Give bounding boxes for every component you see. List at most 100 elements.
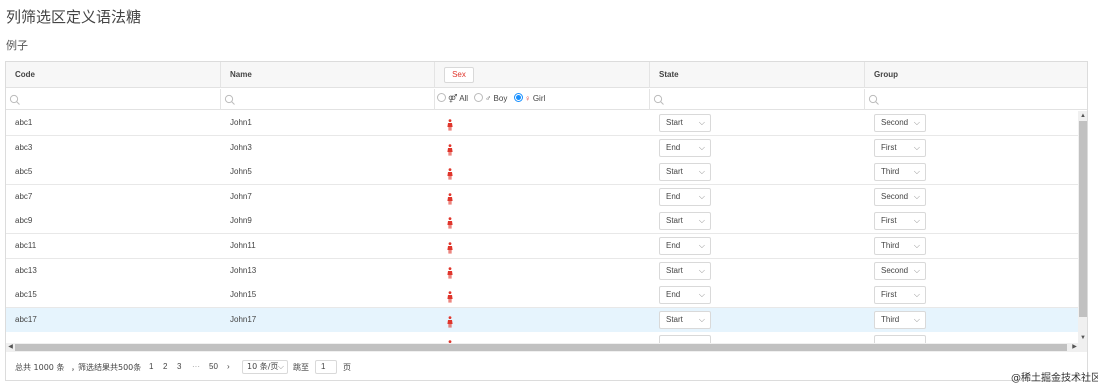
state-select[interactable]: Start ⌵: [659, 310, 711, 329]
chevron-down-icon: ⌵: [698, 216, 705, 226]
group-select[interactable]: Third ⌵: [874, 237, 926, 255]
group-select[interactable]: First ⌵: [874, 138, 926, 157]
sex-cell: [435, 209, 650, 233]
scrollbar-thumb[interactable]: [1079, 121, 1087, 317]
table-row[interactable]: abc7 John7 End ⌵ Second ⌵: [6, 184, 1078, 210]
table-row[interactable]: abc11 John11 End ⌵ Third ⌵: [6, 234, 1078, 259]
scroll-down-arrow[interactable]: ▼: [1078, 334, 1087, 342]
sex-option-all-label: All: [459, 94, 469, 103]
group-select[interactable]: Second ⌵: [874, 187, 926, 206]
filtered-count: 筛选结果共500条: [78, 363, 142, 372]
state-filter[interactable]: [650, 89, 865, 110]
page-size-select[interactable]: 10 条/页 ⌵: [242, 360, 288, 374]
column-header-code[interactable]: Code: [6, 62, 221, 88]
group-select-value: First: [881, 142, 897, 152]
group-select-value: First: [881, 216, 897, 226]
state-select[interactable]: End ⌵: [659, 237, 711, 255]
sex-filter-button[interactable]: Sex: [444, 67, 474, 83]
total-count: 总共 1000 条: [15, 363, 65, 372]
code-cell: abc17: [15, 314, 37, 324]
state-select[interactable]: Start ⌵: [659, 114, 711, 132]
sex-option-all[interactable]: ⚤ All: [437, 93, 468, 103]
chevron-down-icon: ⌵: [913, 167, 920, 177]
page-3[interactable]: 3: [177, 362, 181, 371]
sex-cell: [435, 136, 650, 160]
pagination: 总共 1000 条 ， 筛选结果共500条 ‹ 1 2 3 ··· 50 › 1…: [6, 352, 1087, 380]
female-icon: [447, 191, 453, 205]
male-icon: ♂: [485, 94, 492, 103]
state-select[interactable]: End ⌵: [659, 286, 711, 305]
page-ellipsis[interactable]: ···: [192, 362, 200, 371]
sex-cell: [435, 111, 650, 135]
horizontal-scrollbar[interactable]: ◀ ▶: [6, 343, 1087, 352]
radio-boy[interactable]: [474, 93, 484, 102]
sex-option-boy[interactable]: ♂ Boy: [474, 93, 507, 103]
group-cell: Third ⌵: [865, 234, 1078, 258]
jump-page-input[interactable]: 1: [315, 360, 337, 374]
sex-option-girl[interactable]: ♀ Girl: [513, 93, 545, 103]
chevron-down-icon: ⌵: [698, 314, 705, 324]
sex-cell: [435, 283, 650, 307]
group-select[interactable]: First ⌵: [874, 212, 926, 231]
column-header-group[interactable]: Group: [865, 62, 1087, 88]
scrollbar-thumb[interactable]: [15, 344, 1067, 351]
group-select[interactable]: First ⌵: [874, 286, 926, 305]
chevron-down-icon: ⌵: [277, 362, 284, 371]
group-select[interactable]: Third ⌵: [874, 310, 926, 329]
state-select-value: End: [666, 142, 681, 152]
page-1[interactable]: 1: [149, 362, 153, 371]
state-cell: End ⌵: [650, 283, 865, 307]
group-cell: First ⌵: [865, 209, 1078, 233]
radio-girl[interactable]: [513, 93, 523, 102]
group-select[interactable]: Second ⌵: [874, 114, 926, 132]
page-2[interactable]: 2: [163, 362, 167, 371]
state-select[interactable]: End ⌵: [659, 187, 711, 206]
prev-page-button[interactable]: ‹: [135, 362, 138, 371]
table-row[interactable]: abc13 John13 Start ⌵ Second ⌵: [6, 258, 1078, 284]
search-icon: [224, 94, 235, 105]
radio-all[interactable]: [437, 93, 446, 102]
state-select[interactable]: End ⌵: [659, 138, 711, 157]
next-page-button[interactable]: ›: [227, 362, 230, 371]
sex-cell: [435, 308, 650, 332]
table-row[interactable]: abc15 John15 End ⌵ First ⌵: [6, 283, 1078, 309]
code-cell: abc9: [15, 216, 33, 226]
scroll-up-arrow[interactable]: ▲: [1078, 112, 1087, 120]
chevron-down-icon: ⌵: [698, 118, 705, 127]
code-filter[interactable]: [6, 89, 221, 110]
search-icon: [9, 94, 20, 105]
column-header-name[interactable]: Name: [221, 62, 435, 88]
header-row: Code Name Sex State Group: [6, 62, 1087, 88]
scroll-left-arrow[interactable]: ◀: [6, 343, 15, 352]
code-cell: abc13: [15, 265, 37, 275]
group-select[interactable]: Third ⌵: [874, 163, 926, 182]
name-filter[interactable]: [221, 89, 435, 110]
table-row[interactable]: abc1 John1 Start ⌵ Second ⌵: [6, 111, 1078, 136]
chevron-down-icon: ⌵: [913, 191, 920, 201]
name-cell: John7: [230, 191, 252, 201]
table-row[interactable]: abc17 John17 Start ⌵ Third ⌵: [6, 307, 1078, 333]
group-select[interactable]: [874, 335, 926, 343]
table-row[interactable]: abc9 John9 Start ⌵ First ⌵: [6, 209, 1078, 235]
sex-cell: [435, 234, 650, 258]
table-row[interactable]: abc5 John5 Start ⌵ Third ⌵: [6, 160, 1078, 186]
column-header-state[interactable]: State: [650, 62, 865, 88]
state-select[interactable]: Start ⌵: [659, 261, 711, 280]
state-select[interactable]: [659, 335, 711, 343]
search-icon: [868, 94, 879, 105]
state-select[interactable]: Start ⌵: [659, 163, 711, 182]
group-cell: Second ⌵: [865, 185, 1078, 209]
group-select-value: First: [881, 290, 897, 300]
state-select[interactable]: Start ⌵: [659, 212, 711, 231]
scroll-right-arrow[interactable]: ▶: [1070, 343, 1079, 352]
group-filter[interactable]: [865, 89, 1087, 110]
sex-cell: [435, 332, 650, 343]
table-row-partial[interactable]: [6, 332, 1078, 343]
page-50[interactable]: 50: [209, 362, 218, 371]
group-select-value: Third: [881, 241, 900, 250]
table-row[interactable]: abc3 John3 End ⌵ First ⌵: [6, 135, 1078, 161]
example-label: 例子: [6, 39, 28, 52]
vertical-scrollbar[interactable]: ▲ ▼: [1078, 111, 1087, 343]
sex-filter: ⚤ All ♂ Boy ♀ Girl: [435, 89, 650, 110]
group-select[interactable]: Second ⌵: [874, 261, 926, 280]
